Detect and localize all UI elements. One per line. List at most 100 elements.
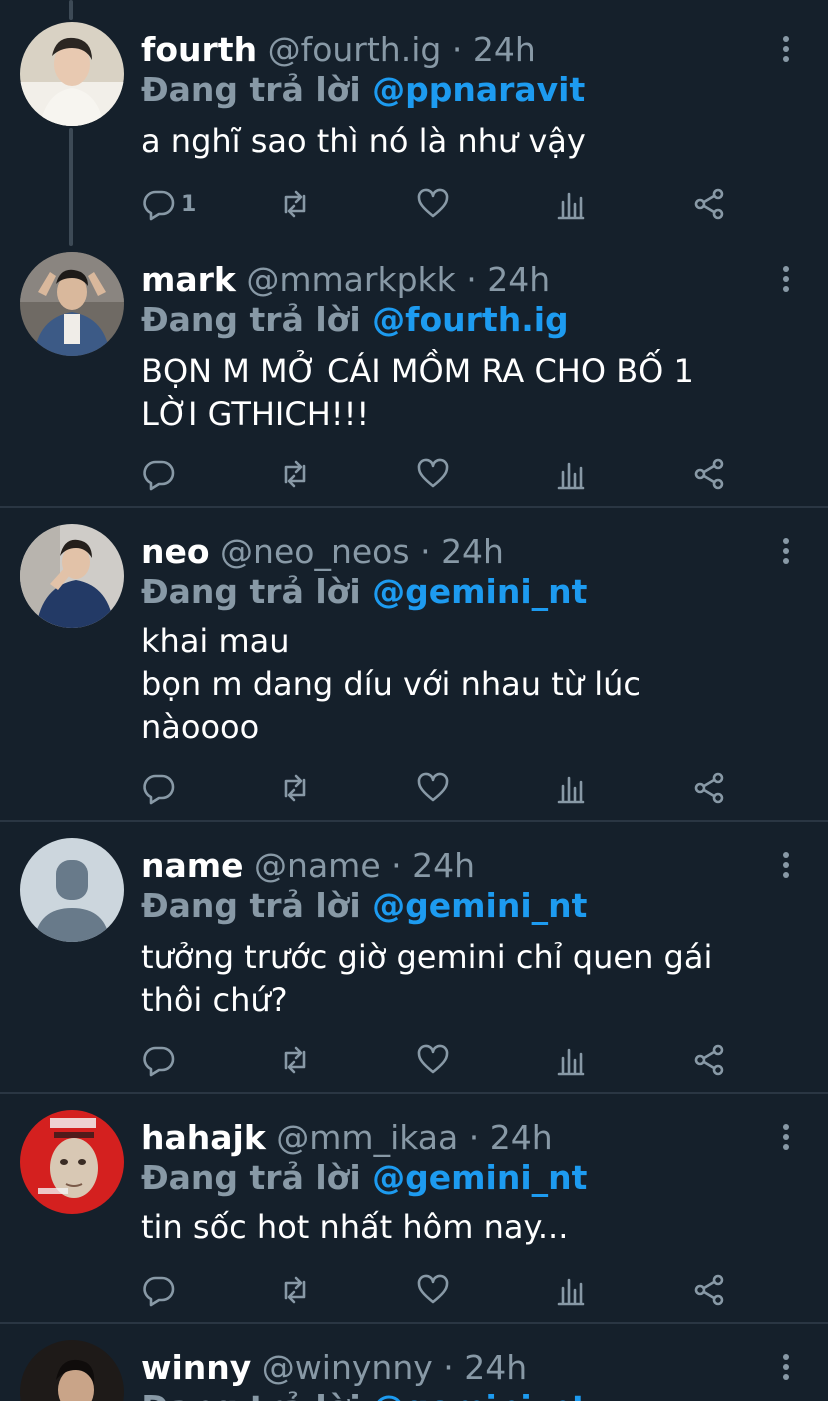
retweet-icon [284, 190, 306, 218]
timestamp[interactable]: 24h [441, 532, 504, 571]
tweet[interactable]: winny @winynny · 24h Đang trả lời @gemin… [0, 1340, 828, 1401]
analytics-icon [557, 462, 585, 490]
more-vertical-icon[interactable] [774, 1352, 798, 1382]
divider [0, 820, 828, 822]
separator-dot: · [451, 30, 463, 69]
user-handle[interactable]: @neo_neos [220, 532, 410, 571]
tweet-text: khai mau bọn m dang díu với nhau từ lúc … [141, 622, 641, 746]
replying-to: Đang trả lời @gemini_nt [141, 570, 587, 614]
user-handle[interactable]: @mmarkpkk [246, 260, 455, 299]
timestamp[interactable]: 24h [412, 846, 475, 885]
more-vertical-icon[interactable] [774, 536, 798, 566]
replying-to-handle[interactable]: @gemini_nt [372, 572, 587, 611]
like-button[interactable] [415, 1040, 451, 1080]
replying-to-handle[interactable]: @ppnaravit [372, 70, 585, 109]
retweet-icon [284, 1046, 306, 1074]
display-name[interactable]: fourth [141, 30, 257, 69]
share-icon [694, 458, 724, 490]
tweet[interactable]: neo @neo_neos · 24h Đang trả lời @gemini… [0, 524, 828, 816]
timestamp[interactable]: 24h [464, 1348, 527, 1387]
heart-icon [417, 772, 449, 802]
reply-button[interactable] [141, 454, 177, 494]
stats-button[interactable] [553, 184, 589, 224]
avatar[interactable] [20, 838, 124, 942]
user-handle[interactable]: @mm_ikaa [276, 1118, 458, 1157]
tweet[interactable]: fourth @fourth.ig · 24h Đang trả lời @pp… [0, 22, 828, 232]
share-button[interactable] [691, 1270, 727, 1310]
avatar[interactable] [20, 524, 124, 628]
share-button[interactable] [691, 768, 727, 808]
like-button[interactable] [415, 454, 451, 494]
replying-to-handle[interactable]: @gemini_nt [372, 886, 587, 925]
avatar[interactable] [20, 22, 124, 126]
display-name[interactable]: mark [141, 260, 236, 299]
like-button[interactable] [415, 768, 451, 808]
tweet-header: hahajk @mm_ikaa · 24h [141, 1114, 553, 1162]
tweet[interactable]: mark @mmarkpkk · 24h Đang trả lời @fourt… [0, 252, 828, 502]
tweet[interactable]: name @name · 24h Đang trả lời @gemini_nt… [0, 838, 828, 1088]
share-button[interactable] [691, 184, 727, 224]
stats-button[interactable] [553, 1270, 589, 1310]
replying-to-handle[interactable]: @gemini_nt [372, 1388, 587, 1401]
tweet[interactable]: hahajk @mm_ikaa · 24h Đang trả lời @gemi… [0, 1110, 828, 1318]
more-vertical-icon[interactable] [774, 1122, 798, 1152]
display-name[interactable]: winny [141, 1348, 251, 1387]
user-handle[interactable]: @name [254, 846, 381, 885]
share-button[interactable] [691, 1040, 727, 1080]
retweet-button[interactable] [277, 184, 313, 224]
replies-feed: fourth @fourth.ig · 24h Đang trả lời @pp… [0, 0, 828, 1401]
retweet-button[interactable] [277, 768, 313, 808]
separator-dot: · [391, 846, 402, 885]
share-button[interactable] [691, 454, 727, 494]
tweet-text: BỌN M MỞ CÁI MỒM RA CHO BỐ 1 LỜI GTHICH!… [141, 352, 694, 433]
display-name[interactable]: hahajk [141, 1118, 266, 1157]
heart-icon [417, 1274, 449, 1304]
more-vertical-icon[interactable] [774, 850, 798, 880]
user-handle[interactable]: @fourth.ig [268, 30, 442, 69]
retweet-button[interactable] [277, 1040, 313, 1080]
like-button[interactable] [415, 1270, 451, 1310]
comment-icon [143, 460, 175, 491]
separator-dot: · [443, 1348, 454, 1387]
more-vertical-icon[interactable] [774, 264, 798, 294]
retweet-button[interactable] [277, 454, 313, 494]
tweet-actions: 1 [141, 184, 741, 224]
replying-to-label: Đang trả lời [141, 1158, 361, 1197]
tweet-actions [141, 454, 741, 494]
avatar[interactable] [20, 1340, 124, 1401]
stats-button[interactable] [553, 768, 589, 808]
display-name[interactable]: name [141, 846, 244, 885]
timestamp[interactable]: 24h [490, 1118, 553, 1157]
comment-icon [143, 774, 175, 805]
reply-button[interactable] [141, 1270, 177, 1310]
display-name[interactable]: neo [141, 532, 210, 571]
replying-to-label: Đang trả lời [141, 70, 361, 109]
avatar[interactable] [20, 252, 124, 356]
reply-button[interactable] [141, 768, 177, 808]
share-icon [694, 772, 724, 804]
timestamp[interactable]: 24h [473, 30, 536, 69]
replying-to: Đang trả lời @gemini_nt [141, 1156, 587, 1200]
tweet-header: neo @neo_neos · 24h [141, 528, 504, 576]
avatar[interactable] [20, 1110, 124, 1214]
more-vertical-icon[interactable] [774, 34, 798, 64]
timestamp[interactable]: 24h [487, 260, 550, 299]
tweet-text: tin sốc hot nhất hôm nay... [141, 1208, 569, 1246]
stats-button[interactable] [553, 454, 589, 494]
retweet-button[interactable] [277, 1270, 313, 1310]
share-icon [694, 188, 724, 220]
divider [0, 1092, 828, 1094]
comment-icon [143, 1046, 175, 1077]
share-icon [694, 1274, 724, 1306]
replying-to: Đang trả lời @ppnaravit [141, 68, 585, 112]
like-button[interactable] [415, 184, 451, 224]
reply-button[interactable]: 1 [141, 184, 196, 224]
replying-to-label: Đang trả lời [141, 1388, 361, 1401]
user-handle[interactable]: @winynny [262, 1348, 433, 1387]
replying-to-handle[interactable]: @fourth.ig [372, 300, 569, 339]
divider [0, 1322, 828, 1324]
share-icon [694, 1044, 724, 1076]
stats-button[interactable] [553, 1040, 589, 1080]
reply-button[interactable] [141, 1040, 177, 1080]
replying-to-handle[interactable]: @gemini_nt [372, 1158, 587, 1197]
